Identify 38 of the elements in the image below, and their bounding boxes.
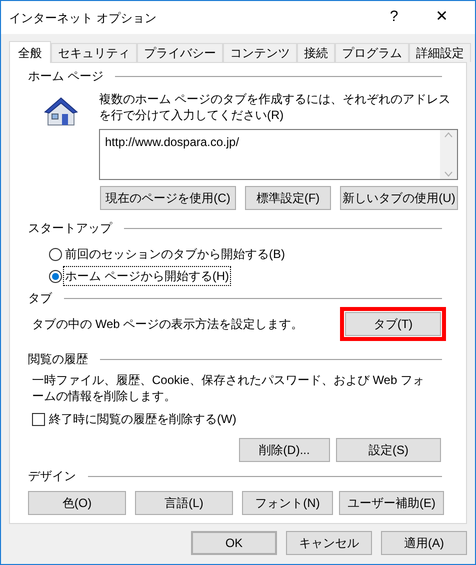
radio-label[interactable]: ホーム ページから開始する(H) bbox=[64, 267, 230, 285]
design-button[interactable]: 色(O) bbox=[28, 491, 126, 515]
history-button[interactable]: 削除(D)... bbox=[239, 438, 330, 462]
help-button[interactable]: ? bbox=[379, 6, 409, 29]
dialog-button[interactable]: 適用(A) bbox=[381, 531, 467, 555]
design-button[interactable]: フォント(N) bbox=[242, 491, 333, 515]
close-button[interactable]: ✕ bbox=[419, 6, 465, 29]
history-description: 一時ファイル、履歴、Cookie、保存されたパスワード、および Web フォームの情報を削除します。 bbox=[31, 372, 426, 404]
section-heading: デザイン bbox=[28, 468, 76, 485]
tabs-description: タブの中の Web ページの表示方法を設定します。 bbox=[31, 316, 304, 333]
home-page-button[interactable]: 現在のページを使用(C) bbox=[100, 186, 236, 210]
window-title: インターネット オプション bbox=[9, 10, 158, 26]
section-heading: タブ bbox=[28, 290, 52, 307]
dialog-button[interactable]: OK bbox=[191, 531, 277, 555]
home-page-description: 複数のホーム ページのタブを作成するには、それぞれのアドレスを行で分けて入力してください(R) bbox=[99, 91, 452, 123]
radio-button[interactable] bbox=[49, 270, 62, 282]
section-heading: 閲覧の履歴 bbox=[28, 351, 88, 368]
tab[interactable]: 接続 bbox=[297, 43, 335, 62]
tab[interactable]: セキュリティ bbox=[51, 43, 137, 62]
section-heading: ホーム ページ bbox=[28, 68, 104, 85]
radio-button[interactable] bbox=[49, 248, 62, 260]
home-page-button[interactable]: 新しいタブの使用(U) bbox=[340, 186, 458, 210]
house-icon bbox=[44, 97, 78, 127]
tab[interactable]: プログラム bbox=[335, 43, 409, 62]
tabs-button[interactable]: タブ(T) bbox=[345, 312, 441, 336]
tab[interactable]: 詳細設定 bbox=[409, 43, 471, 62]
design-button[interactable]: 言語(L) bbox=[135, 491, 233, 515]
checkbox-label[interactable]: 終了時に閲覧の履歴を削除する(W) bbox=[49, 410, 236, 428]
history-button[interactable]: 設定(S) bbox=[336, 438, 441, 462]
checkbox[interactable] bbox=[32, 412, 45, 426]
home-page-button[interactable]: 標準設定(F) bbox=[245, 186, 331, 210]
dialog-button[interactable]: キャンセル bbox=[286, 531, 372, 555]
tab[interactable]: 全般 bbox=[9, 41, 51, 63]
tab[interactable]: プライバシー bbox=[137, 43, 223, 62]
radio-label[interactable]: 前回のセッションのタブから開始する(B) bbox=[64, 245, 286, 263]
section-heading: スタートアップ bbox=[28, 220, 112, 237]
tab[interactable]: コンテンツ bbox=[223, 43, 297, 62]
design-button[interactable]: ユーザー補助(E) bbox=[339, 491, 444, 515]
